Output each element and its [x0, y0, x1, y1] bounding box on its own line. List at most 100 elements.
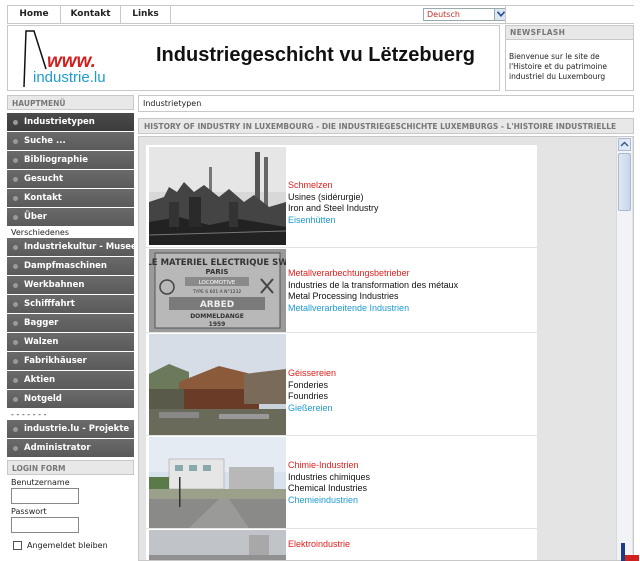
category-title-link[interactable]: Metallverarbechtungsbetrieber	[288, 268, 458, 280]
category-text: Schmelzen Usines (sidérurgie) Iron and S…	[288, 180, 379, 226]
newsflash-title: NEWSFLASH	[506, 26, 633, 40]
scroll-thumb[interactable]	[618, 153, 631, 211]
menu-item-label: industrie.lu - Projekte	[24, 424, 130, 434]
bullet-icon	[13, 302, 18, 307]
industrie-lu-logo[interactable]: www. industrie.lu	[20, 29, 130, 89]
category-english: Iron and Steel Industry	[288, 203, 379, 213]
electro-industry-photo[interactable]	[149, 530, 286, 561]
menu-item-label: Notgeld	[24, 394, 62, 404]
language-select-value: Deutsch	[427, 10, 460, 19]
menu-item-label: Werkbahnen	[24, 280, 85, 290]
menu-separator: - - - - - - -	[7, 409, 134, 420]
bullet-icon	[13, 378, 18, 383]
bullet-icon	[13, 139, 18, 144]
login-form-title: LOGIN FORM	[7, 460, 134, 475]
remember-me-label: Angemeldet bleiben	[27, 541, 108, 550]
menu-item-aktien[interactable]: Aktien	[7, 371, 134, 390]
bullet-icon	[13, 359, 18, 364]
menu-item-bibliographie[interactable]: Bibliographie	[7, 151, 134, 170]
category-text: Metallverarbechtungsbetrieber Industries…	[288, 268, 458, 314]
bullet-icon	[13, 427, 18, 432]
menu-item-label: Dampfmaschinen	[24, 261, 107, 271]
category-text: Elektroindustrie	[288, 539, 350, 551]
menu-item-label: Bagger	[24, 318, 59, 328]
category-title-link[interactable]: Elektroindustrie	[288, 539, 350, 551]
category-title-link[interactable]: Schmelzen	[288, 180, 379, 192]
bullet-icon	[13, 177, 18, 182]
nav-kontakt-link[interactable]: Kontakt	[61, 6, 121, 23]
category-french: Fonderies	[288, 379, 329, 390]
menu-item-label: Industriekultur - Museen	[24, 242, 134, 252]
password-input[interactable]	[11, 517, 79, 533]
nav-home-link[interactable]: Home	[8, 6, 61, 23]
bullet-icon	[13, 215, 18, 220]
menu-item-label: Schifffahrt	[24, 299, 75, 309]
category-text: Géissereien Fonderies Foundries Gießerei…	[288, 368, 336, 414]
plate-line-5: ARBED	[200, 300, 234, 310]
category-row[interactable]: Chimie-Industrien Industries chimiques C…	[146, 436, 537, 529]
bullet-icon	[13, 321, 18, 326]
category-title-link[interactable]: Chimie-Industrien	[288, 460, 370, 472]
menu-item-administrator[interactable]: Administrator	[7, 439, 134, 458]
nav-links-link[interactable]: Links	[121, 6, 171, 23]
chemical-plant-photo[interactable]	[149, 437, 286, 528]
menu-item-werkbahnen[interactable]: Werkbahnen	[7, 276, 134, 295]
bullet-icon	[13, 446, 18, 451]
newsflash-text: Bienvenue sur le site de l'Histoire et d…	[509, 52, 607, 81]
bullet-icon	[13, 397, 18, 402]
menu-item-kontakt[interactable]: Kontakt	[7, 189, 134, 208]
menu-section-verschiedenes: Verschiedenes	[7, 227, 134, 238]
menu-item-label: Administrator	[24, 443, 91, 453]
category-german-link[interactable]: Eisenhütten	[288, 215, 379, 227]
menu-item-label: Aktien	[24, 375, 56, 385]
remember-me-row: Angemeldet bleiben	[13, 541, 134, 550]
menu-item-label: Kontakt	[24, 193, 62, 203]
menu-item-dampfmaschinen[interactable]: Dampfmaschinen	[7, 257, 134, 276]
locomotive-plate-photo[interactable]: LE MATERIEL ELECTRIQUE SW PARIS LOCOMOTI…	[149, 249, 286, 332]
remember-me-checkbox[interactable]	[13, 541, 22, 550]
category-english: Chemical Industries	[288, 483, 368, 493]
category-row[interactable]: Géissereien Fonderies Foundries Gießerei…	[146, 333, 537, 436]
plate-line-7: 1959	[209, 321, 226, 328]
menu-item-ueber[interactable]: Über	[7, 208, 134, 227]
category-row[interactable]: Schmelzen Usines (sidérurgie) Iron and S…	[146, 145, 537, 248]
bullet-icon	[13, 196, 18, 201]
category-list: Schmelzen Usines (sidérurgie) Iron and S…	[146, 145, 537, 561]
bullet-icon	[13, 158, 18, 163]
steelworks-photo[interactable]	[149, 147, 286, 245]
bullet-icon	[13, 120, 18, 125]
menu-item-schifffahrt[interactable]: Schifffahrt	[7, 295, 134, 314]
category-title-link[interactable]: Géissereien	[288, 368, 336, 380]
bullet-icon	[13, 340, 18, 345]
menu-item-gesucht[interactable]: Gesucht	[7, 170, 134, 189]
menu-item-industrietypen[interactable]: Industrietypen	[7, 113, 134, 132]
username-input[interactable]	[11, 488, 79, 504]
menu-item-industriekultur[interactable]: Industriekultur - Museen	[7, 238, 134, 257]
category-row[interactable]: LE MATERIEL ELECTRIQUE SW PARIS LOCOMOTI…	[146, 248, 537, 333]
foundry-photo[interactable]	[149, 334, 286, 435]
site-title: Industriegeschicht vu Lëtzebuerg	[156, 44, 475, 66]
content-scrollbar[interactable]	[616, 137, 632, 560]
category-row[interactable]: Elektroindustrie	[146, 529, 537, 561]
password-label: Passwort	[11, 507, 47, 516]
category-english: Metal Processing Industries	[288, 291, 399, 301]
content-header: HISTORY OF INDUSTRY IN LUXEMBOURG - DIE …	[138, 118, 634, 134]
menu-item-label: Bibliographie	[24, 155, 88, 165]
menu-item-suche[interactable]: Suche ...	[7, 132, 134, 151]
category-german-link[interactable]: Gießereien	[288, 403, 336, 415]
language-select[interactable]: Deutsch	[423, 8, 508, 21]
menu-item-bagger[interactable]: Bagger	[7, 314, 134, 333]
menu-item-projekte[interactable]: industrie.lu - Projekte	[7, 420, 134, 439]
top-right-panel	[505, 6, 634, 23]
main-menu-title: HAUPTMENÜ	[7, 95, 134, 110]
scroll-up-button[interactable]	[618, 138, 631, 151]
menu-item-label: Walzen	[24, 337, 59, 347]
menu-item-notgeld[interactable]: Notgeld	[7, 390, 134, 409]
menu-item-walzen[interactable]: Walzen	[7, 333, 134, 352]
menu-item-fabrikhaeuser[interactable]: Fabrikhäuser	[7, 352, 134, 371]
top-navigation-bar: Home Kontakt Links Deutsch	[7, 5, 634, 24]
site-header: www. industrie.lu Industriegeschicht vu …	[7, 25, 500, 91]
category-text: Chimie-Industrien Industries chimiques C…	[288, 460, 370, 506]
category-german-link[interactable]: Chemieindustrien	[288, 495, 370, 507]
category-german-link[interactable]: Metallverarbeitende Industrien	[288, 303, 458, 315]
